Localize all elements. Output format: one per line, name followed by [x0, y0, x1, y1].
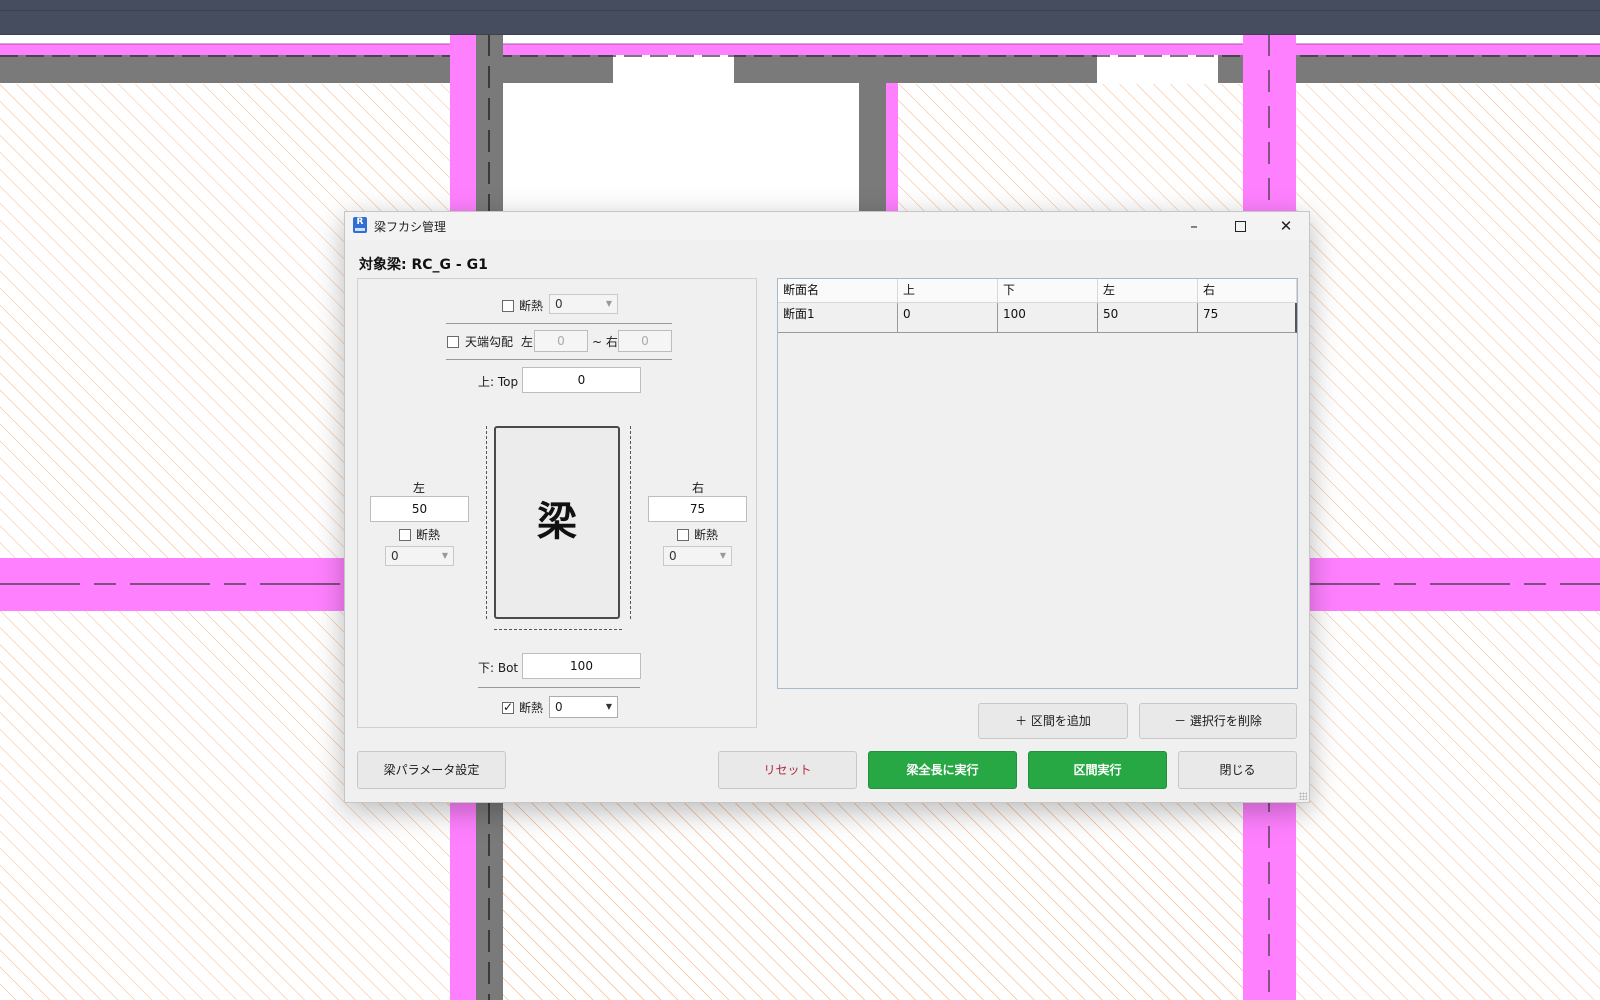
beam-parameter-settings-button[interactable]: 梁パラメータ設定	[357, 751, 506, 789]
left-label: 左	[413, 481, 426, 495]
left-input[interactable]: 50	[370, 496, 469, 522]
right-insulation-checkbox[interactable]	[677, 529, 689, 541]
chevron-down-icon: ▼	[719, 551, 726, 560]
right-input[interactable]: 75	[648, 496, 747, 522]
right-dashed-line	[630, 426, 631, 619]
wall-vertical-2	[859, 83, 886, 213]
table-cell[interactable]: 100	[998, 303, 1098, 333]
slope-label: 天端勾配	[465, 335, 514, 349]
bottom-input[interactable]: 100	[522, 653, 641, 679]
slab-hatch-right	[1296, 84, 1600, 1000]
column-header[interactable]: 左	[1098, 279, 1198, 303]
bottom-insulation-checkbox[interactable]	[502, 700, 514, 714]
section-editor-panel: 断熱 0 ▼ 天端勾配 左 0 ~ 右 0 上: Top 0 梁 左 50 断熱 …	[357, 278, 757, 728]
chevron-down-icon: ▼	[605, 299, 612, 308]
table-cell[interactable]: 0	[898, 303, 998, 333]
delete-selected-row-button[interactable]: － 選択行を削除	[1139, 703, 1297, 739]
run-full-length-button[interactable]: 梁全長に実行	[868, 751, 1017, 789]
left-insulation-checkbox[interactable]	[399, 529, 411, 541]
chevron-down-icon: ▼	[605, 702, 612, 711]
dialog-titlebar[interactable]: R 梁フカシ管理 – ✕	[345, 212, 1309, 240]
top-input[interactable]: 0	[522, 367, 641, 393]
top-insulation-label: 断熱	[519, 299, 544, 313]
close-window-button[interactable]: ✕	[1263, 212, 1309, 240]
slope-checkbox[interactable]	[447, 336, 459, 348]
bottom-insulation-select[interactable]: 0 ▼	[549, 696, 618, 718]
top-insulation-select[interactable]: 0 ▼	[549, 294, 618, 314]
slope-right-label: ~ 右	[592, 335, 618, 349]
left-insulation-label: 断熱	[416, 528, 441, 542]
top-insulation-value: 0	[555, 297, 563, 311]
beam-section-diagram: 梁	[494, 426, 620, 619]
revit-app-icon: R	[353, 217, 367, 233]
column-header[interactable]: 下	[998, 279, 1098, 303]
chevron-down-icon: ▼	[441, 551, 448, 560]
dialog-title: 梁フカシ管理	[374, 220, 447, 234]
reset-button[interactable]: リセット	[718, 751, 857, 789]
left-dashed-line	[486, 426, 487, 619]
left-insulation-value: 0	[391, 549, 399, 563]
column-header[interactable]: 右	[1198, 279, 1297, 303]
run-section-button[interactable]: 区間実行	[1028, 751, 1167, 789]
close-button[interactable]: 閉じる	[1178, 751, 1297, 789]
wall-top	[0, 55, 1600, 83]
bottom-insulation-label: 断熱	[519, 701, 544, 715]
right-insulation-label: 断熱	[694, 528, 719, 542]
application-top-bar	[0, 0, 1600, 35]
bottom-label: 下: Bot	[478, 661, 519, 675]
bottom-dashed-line	[494, 629, 622, 630]
table-row[interactable]: 断面1 0 100 50 75	[778, 303, 1297, 333]
resize-grip-icon[interactable]	[1299, 792, 1307, 800]
top-insulation-checkbox[interactable]	[502, 300, 514, 312]
table-cell[interactable]: 75	[1198, 303, 1297, 333]
right-insulation-select[interactable]: 0 ▼	[663, 546, 732, 566]
table-cell[interactable]: 50	[1098, 303, 1198, 333]
right-label: 右	[692, 481, 705, 495]
right-insulation-value: 0	[669, 549, 677, 563]
top-label: 上: Top	[478, 375, 519, 389]
column-header[interactable]: 断面名	[778, 279, 898, 303]
slope-left-input[interactable]: 0	[534, 330, 588, 352]
beam-top-magenta	[0, 44, 1600, 55]
left-insulation-select[interactable]: 0 ▼	[385, 546, 454, 566]
target-beam-label: 対象梁: RC_G - G1	[359, 257, 488, 273]
beam-fukashi-dialog: R 梁フカシ管理 – ✕ 対象梁: RC_G - G1 断熱 0 ▼ 天端勾配 左…	[344, 211, 1310, 803]
sections-table[interactable]: 断面名 上 下 左 右 断面1 0 100 50 75	[777, 278, 1298, 689]
maximize-button[interactable]	[1217, 212, 1263, 240]
minimize-button[interactable]: –	[1171, 212, 1217, 240]
table-header-row: 断面名 上 下 左 右	[778, 279, 1297, 303]
slope-left-label: 左	[521, 335, 534, 349]
slope-right-input[interactable]: 0	[618, 330, 672, 352]
maximize-icon	[1234, 221, 1246, 232]
column-header[interactable]: 上	[898, 279, 998, 303]
bottom-insulation-value: 0	[555, 700, 563, 714]
add-section-button[interactable]: ＋ 区間を追加	[978, 703, 1128, 739]
table-cell[interactable]: 断面1	[778, 303, 898, 333]
